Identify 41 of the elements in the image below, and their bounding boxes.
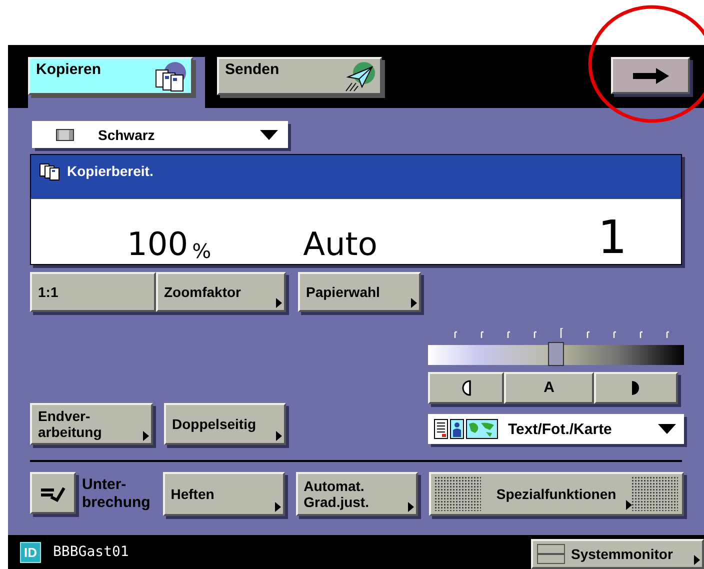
id-badge: ID xyxy=(20,542,41,562)
map-icon xyxy=(466,419,498,439)
status-message: Kopierbereit. xyxy=(67,163,154,179)
dot-grid-icon xyxy=(434,477,481,511)
function-button[interactable]: Automat. Grad.just. xyxy=(296,472,418,516)
text-document-icon xyxy=(434,419,448,439)
system-monitor-button[interactable]: Systemmonitor xyxy=(531,539,704,569)
function-button[interactable]: Endver- arbeitung xyxy=(30,403,153,445)
arrow-icon xyxy=(632,68,670,84)
dot-grid-icon xyxy=(632,477,678,511)
lighter-button[interactable] xyxy=(428,372,504,404)
color-swatch-icon xyxy=(56,128,74,140)
function-button[interactable]: Doppelseitig xyxy=(164,403,286,445)
caret-down-icon xyxy=(260,130,278,140)
darker-button[interactable] xyxy=(594,372,678,404)
interrupt-label: Unter- brechung xyxy=(82,476,150,512)
function-button[interactable]: Heften xyxy=(162,472,285,516)
color-mode-dropdown[interactable]: Schwarz xyxy=(32,121,288,148)
density-slider[interactable] xyxy=(428,345,684,365)
zoom-value: 100 xyxy=(127,225,188,263)
interrupt-button[interactable] xyxy=(30,472,76,514)
special-functions-button[interactable]: Spezialfunktionen xyxy=(428,472,684,516)
copy-count: 1 xyxy=(598,211,627,263)
person-icon xyxy=(450,419,464,439)
forward-button[interactable] xyxy=(611,57,690,94)
list-icon xyxy=(537,544,565,564)
tab[interactable]: Senden xyxy=(217,57,382,95)
original-type-dropdown[interactable]: Text/Fot./Karte xyxy=(428,414,684,444)
user-name: BBBGast01 xyxy=(53,544,129,560)
documents-icon xyxy=(39,163,61,181)
tab[interactable]: Kopieren xyxy=(28,57,193,95)
option-button[interactable]: Zoomfaktor xyxy=(156,272,286,312)
documents-icon xyxy=(153,61,187,93)
option-button[interactable]: Papierwahl xyxy=(298,272,421,312)
paper-value: Auto xyxy=(303,225,378,263)
percent-sign: % xyxy=(192,239,212,263)
auto-density-button[interactable]: A xyxy=(504,372,594,404)
caret-icon xyxy=(694,555,700,565)
option-button[interactable]: 1:1 xyxy=(30,272,156,312)
caret-down-icon xyxy=(658,424,676,434)
slider-thumb[interactable] xyxy=(548,342,564,366)
